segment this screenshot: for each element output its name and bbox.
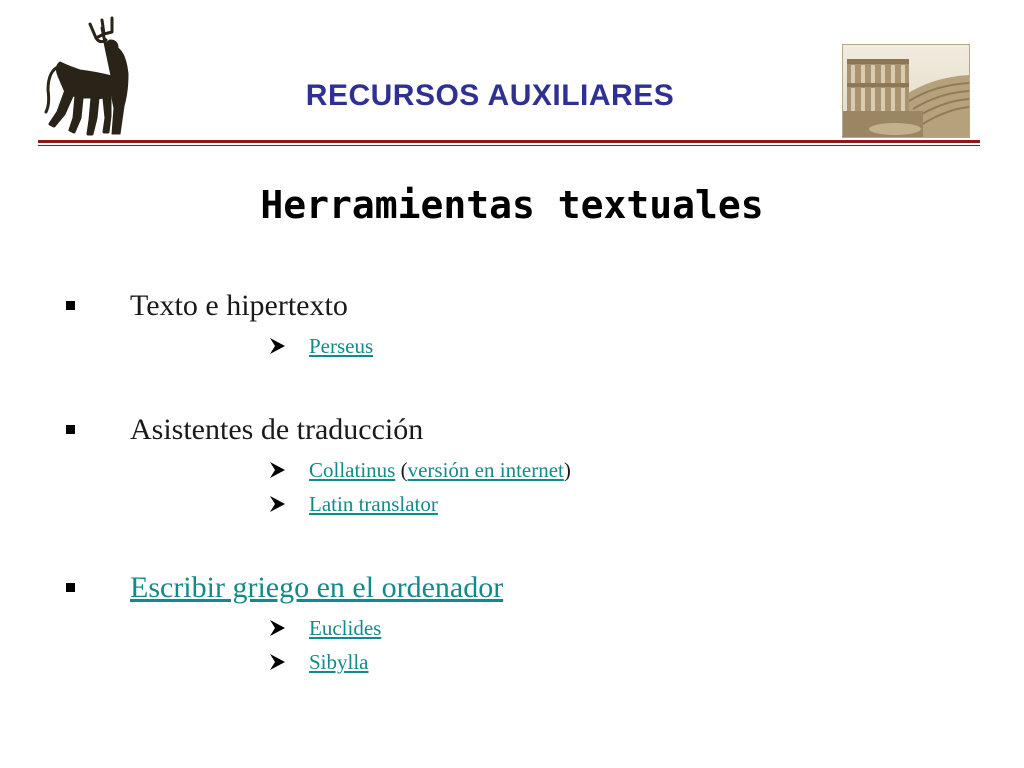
header-divider xyxy=(38,140,980,143)
bullet-escribir-griego: Escribir griego en el ordenador xyxy=(66,570,966,610)
bullet-asistentes-de-traduccion: Asistentes de traducción xyxy=(66,412,966,452)
bullet-label: Asistentes de traducción xyxy=(130,413,424,446)
roman-theatre-photo xyxy=(842,44,970,138)
square-bullet-icon xyxy=(66,301,75,310)
latin-translator-link[interactable]: Latin translator xyxy=(309,492,438,516)
perseus-link[interactable]: Perseus xyxy=(309,334,373,358)
collatinus-web-version-link[interactable]: versión en internet xyxy=(408,458,564,482)
close-paren: ) xyxy=(563,458,571,482)
arrowhead-bullet-icon xyxy=(270,496,285,512)
escribir-griego-link[interactable]: Escribir griego en el ordenador xyxy=(130,570,503,606)
arrowhead-bullet-icon xyxy=(270,654,285,670)
header-divider-thin xyxy=(38,145,980,146)
header-title: RECURSOS AUXILIARES xyxy=(305,79,675,112)
roman-theatre-image xyxy=(843,45,969,137)
bullet-label: Texto e hipertexto xyxy=(130,289,348,322)
sub-item-collatinus: Collatinus (versión en internet) xyxy=(268,457,868,483)
slide-title: Herramientas textuales xyxy=(260,183,764,227)
arrowhead-bullet-icon xyxy=(270,338,285,354)
sub-item-perseus: Perseus xyxy=(268,333,868,359)
sub-item-latin-translator: Latin translator xyxy=(268,491,868,517)
centaur-logo-icon xyxy=(44,16,129,136)
square-bullet-icon xyxy=(66,425,75,434)
arrowhead-bullet-icon xyxy=(270,620,285,636)
sub-item-sibylla: Sibylla xyxy=(268,649,868,675)
collatinus-link[interactable]: Collatinus xyxy=(309,458,395,482)
bullet-texto-e-hipertexto: Texto e hipertexto xyxy=(66,288,966,328)
square-bullet-icon xyxy=(66,583,75,592)
sub-item-euclides: Euclides xyxy=(268,615,868,641)
sibylla-link[interactable]: Sibylla xyxy=(309,650,369,674)
open-paren: ( xyxy=(395,458,408,482)
euclides-link[interactable]: Euclides xyxy=(309,616,381,640)
arrowhead-bullet-icon xyxy=(270,462,285,478)
